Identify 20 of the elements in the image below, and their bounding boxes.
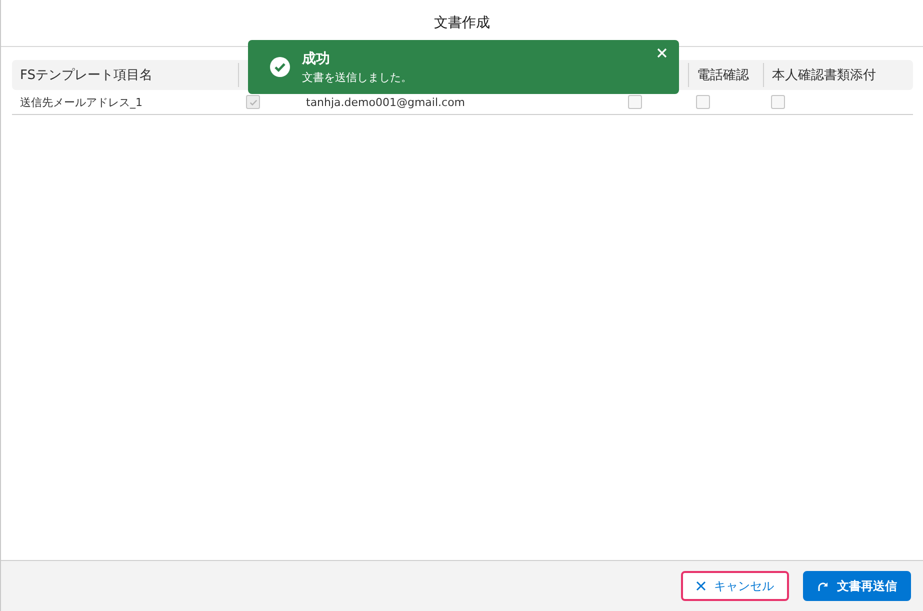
checkmark-icon [248,98,258,106]
column-header: FSテンプレート項目名 [20,67,153,84]
checkbox[interactable] [628,95,642,109]
toast-message: 文書を送信しました。 [302,70,413,84]
toast-title: 成功 [302,50,331,68]
close-icon [657,48,667,58]
checkbox[interactable] [771,95,785,109]
table-cell-text: tanhja.demo001@gmail.com [305,96,466,108]
modal-title: 文書作成 [434,14,490,32]
column-header: 電話確認 [697,67,749,84]
checkbox[interactable] [246,95,260,109]
cancel-button[interactable]: キャンセル [681,571,789,601]
column-header: 本人確認書類添付 [772,67,876,84]
checkbox[interactable] [696,95,710,109]
resend-button[interactable]: 文書再送信 [803,571,911,601]
close-icon [696,581,706,591]
success-icon [270,57,290,77]
table-cell-text: 送信先メールアドレス_1 [19,94,144,110]
redo-icon [817,580,829,592]
close-button[interactable] [657,48,667,58]
